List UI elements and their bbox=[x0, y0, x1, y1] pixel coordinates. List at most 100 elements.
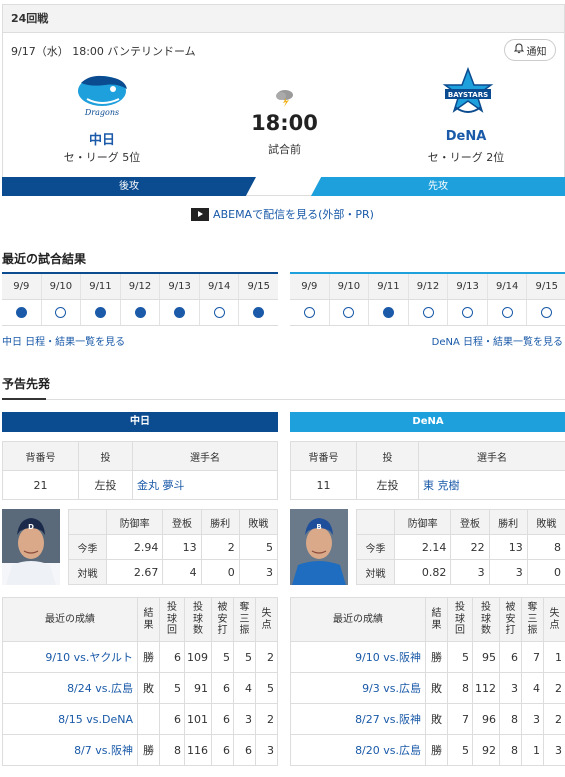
result-cell[interactable] bbox=[290, 300, 330, 325]
result-cell[interactable] bbox=[42, 300, 82, 325]
recent-pitches: 95 bbox=[472, 641, 500, 673]
losses-header: 敗戦 bbox=[526, 509, 565, 535]
home-pitcher-table: 背番号 投 選手名 21 左投 金丸 夢斗 bbox=[2, 441, 278, 500]
result-cell[interactable] bbox=[369, 300, 409, 325]
loss-mark-icon bbox=[303, 306, 315, 318]
cloudy-thunder-icon bbox=[274, 87, 296, 107]
recent-hits: 6 bbox=[211, 672, 234, 704]
name-header: 選手名 bbox=[132, 441, 278, 471]
recent-pitches: 116 bbox=[184, 734, 212, 766]
loss-mark-icon bbox=[501, 306, 513, 318]
recent-hits: 8 bbox=[499, 703, 522, 735]
recent-result: 勝 bbox=[425, 734, 448, 766]
home-schedule-link[interactable]: 中日 日程・結果一覧を見る bbox=[2, 333, 125, 348]
recent-game-link[interactable]: 8/7 vs.阪神 bbox=[2, 734, 138, 766]
result-cell[interactable] bbox=[527, 300, 565, 325]
result-cell[interactable] bbox=[160, 300, 200, 325]
recent-results-title: 最近の試合結果 bbox=[2, 252, 87, 266]
recent-game-link[interactable]: 8/24 vs.広島 bbox=[2, 672, 138, 704]
games-header: 登板 bbox=[450, 509, 490, 535]
recent-row: 8/27 vs.阪神敗 7 96 8 3 2 bbox=[290, 703, 565, 735]
recent-ip: 5 bbox=[447, 641, 473, 673]
away-starter-bar: DeNA bbox=[290, 412, 565, 432]
result-cell[interactable] bbox=[330, 300, 370, 325]
away-team-name[interactable]: DeNA bbox=[401, 129, 531, 144]
recent-runs: 1 bbox=[543, 641, 565, 673]
recent-game-link[interactable]: 8/27 vs.阪神 bbox=[290, 703, 426, 735]
pitches-header: 投球数 bbox=[184, 597, 212, 642]
win-mark-icon bbox=[382, 306, 394, 318]
recent-game-link[interactable]: 8/15 vs.DeNA bbox=[2, 703, 138, 735]
home-stats-table: 防御率 登板 勝利 敗戦 今季 2.94 13 2 5 対戦 2.67 4 0 … bbox=[68, 509, 279, 585]
result-date: 9/14 bbox=[488, 274, 528, 299]
loss-mark-icon bbox=[343, 306, 355, 318]
home-starter-bar: 中日 bbox=[2, 412, 278, 432]
result-cell[interactable] bbox=[81, 300, 121, 325]
recent-result: 勝 bbox=[425, 641, 448, 673]
recent-game-link[interactable]: 9/3 vs.広島 bbox=[290, 672, 426, 704]
recent-game-link[interactable]: 8/20 vs.広島 bbox=[290, 734, 426, 766]
recent-hits: 3 bbox=[499, 672, 522, 704]
result-date: 9/10 bbox=[42, 274, 82, 299]
recent-strikeouts: 3 bbox=[521, 703, 544, 735]
result-cell[interactable] bbox=[448, 300, 488, 325]
away-team-logo[interactable]: BAYSTARS bbox=[435, 66, 501, 121]
recent-result: 勝 bbox=[137, 734, 160, 766]
result-cell[interactable] bbox=[200, 300, 240, 325]
loss-mark-icon bbox=[55, 306, 67, 318]
loss-mark-icon bbox=[422, 306, 434, 318]
recent-game-link[interactable]: 9/10 vs.ヤクルト bbox=[2, 641, 138, 673]
ip-header: 投球回 bbox=[159, 597, 185, 642]
away-results-marks bbox=[290, 300, 565, 326]
home-vs-wins: 0 bbox=[200, 559, 240, 585]
strikeouts-header: 奪三振 bbox=[521, 597, 544, 642]
home-results-dates: 9/9 9/10 9/11 9/12 9/13 9/14 9/15 bbox=[2, 274, 278, 300]
home-vs-era: 2.67 bbox=[105, 559, 164, 585]
result-date: 9/9 bbox=[2, 274, 42, 299]
era-header: 防御率 bbox=[393, 509, 452, 535]
runs-header: 失点 bbox=[255, 597, 278, 642]
home-pitcher-photo[interactable]: D bbox=[2, 509, 60, 585]
recent-hits: 6 bbox=[211, 734, 234, 766]
games-header: 登板 bbox=[162, 509, 202, 535]
result-cell[interactable] bbox=[488, 300, 528, 325]
game-meta: 9/17（水） 18:00 バンテリンドーム bbox=[11, 45, 196, 58]
starters-divider bbox=[46, 399, 565, 400]
win-mark-icon bbox=[15, 306, 27, 318]
home-recent-table: 最近の成績結果投球回投球数被安打奪三振失点 9/10 vs.ヤクルト勝 6 109 5 5… bbox=[2, 597, 278, 766]
result-cell[interactable] bbox=[239, 300, 278, 325]
away-season-games: 22 bbox=[450, 534, 490, 560]
away-schedule-link[interactable]: DeNA 日程・結果一覧を見る bbox=[432, 333, 563, 348]
away-vs-games: 3 bbox=[450, 559, 490, 585]
home-season-games: 13 bbox=[162, 534, 202, 560]
recent-row: 9/10 vs.ヤクルト勝 6 109 5 5 2 bbox=[2, 641, 278, 673]
recent-result: 敗 bbox=[425, 703, 448, 735]
away-pitcher-name[interactable]: 東 克樹 bbox=[418, 470, 565, 500]
home-side-bar: 後攻 bbox=[2, 177, 256, 196]
away-pitcher-table: 背番号 投 選手名 11 左投 東 克樹 bbox=[290, 441, 565, 500]
stats-corner bbox=[68, 509, 107, 535]
abema-link[interactable]: ABEMAで配信を見る(外部・PR) bbox=[0, 206, 565, 222]
wins-header: 勝利 bbox=[488, 509, 528, 535]
recent-hits: 6 bbox=[499, 641, 522, 673]
recent-pitches: 112 bbox=[472, 672, 500, 704]
away-vs-losses: 0 bbox=[526, 559, 565, 585]
loss-mark-icon bbox=[541, 306, 553, 318]
result-cell[interactable] bbox=[409, 300, 449, 325]
win-mark-icon bbox=[253, 306, 265, 318]
result-cell[interactable] bbox=[121, 300, 161, 325]
recent-runs: 3 bbox=[255, 734, 278, 766]
hits-header: 被安打 bbox=[499, 597, 522, 642]
play-icon bbox=[191, 207, 210, 221]
notify-label: 通知 bbox=[526, 46, 547, 58]
recent-game-link[interactable]: 9/10 vs.阪神 bbox=[290, 641, 426, 673]
recent-label-header: 最近の成績 bbox=[2, 597, 138, 642]
home-pitcher-name[interactable]: 金丸 夢斗 bbox=[132, 470, 278, 500]
away-pitcher-photo[interactable]: B bbox=[290, 509, 348, 585]
notify-button[interactable]: 通知 bbox=[504, 39, 556, 61]
vs-label: 対戦 bbox=[68, 559, 107, 585]
result-cell[interactable] bbox=[2, 300, 42, 325]
throws-header: 投 bbox=[78, 441, 133, 471]
throws-header: 投 bbox=[356, 441, 419, 471]
win-mark-icon bbox=[94, 306, 106, 318]
